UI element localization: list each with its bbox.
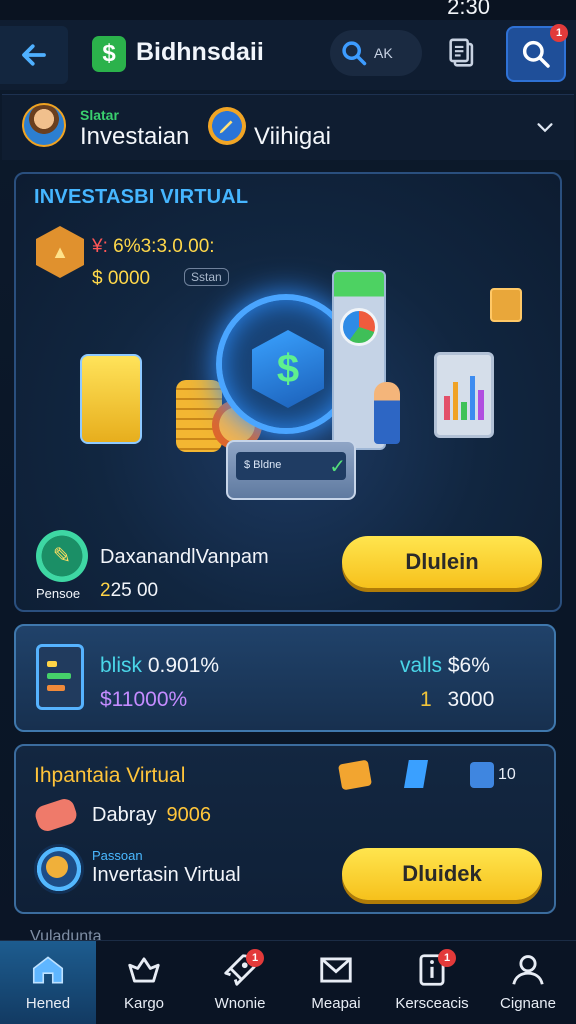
status-bar: 2:30 [0,0,576,20]
avatar [34,844,84,894]
shield-icon[interactable] [470,762,494,788]
hero-title: INVESTASBI VIRTUAL [34,186,249,208]
profile-name: Investaian [80,123,190,150]
arrow-left-icon [22,44,46,66]
box-icon [490,288,522,322]
nav-item-kargo[interactable]: Kargo [96,941,192,1024]
hero-amount-digit: 2 [100,580,111,601]
virtual-subtitle: Invertasin Virtual [92,864,241,886]
virtual-investment-card: Ihpantaia Virtual 10 Dabray 9006 Passoan … [14,744,556,914]
user-icon [512,955,544,985]
pencil-circle-icon: ✎ [36,530,88,582]
hero-balance-line: ¥: 6%3:3.0.00: [92,236,215,258]
status-badge: Sstan [184,268,229,286]
search-field[interactable]: AK [330,30,422,76]
dollar-icon: $ [92,36,126,72]
hero-icon-label: Pensoe [36,586,81,601]
nav-item-home[interactable]: Hened [0,941,96,1024]
nav-item-cignane[interactable]: Cignane [480,941,576,1024]
profile-secondary: Viihigai [254,123,331,150]
nav-label: Meapai [311,995,361,1012]
hero-subtitle: DaxanandlVanpam [100,546,269,568]
notification-badge: 1 [550,24,568,42]
profile-caption: Slatar [80,107,119,123]
nav-item-kersceacis[interactable]: 1 Kersceacis [384,941,480,1024]
bar-chart-icon [444,370,484,420]
ticket-illustration: $ Bldne ✓ [226,440,356,500]
stats-left-label: blisk [100,654,143,677]
stats-right-label: valls [400,654,443,677]
virtual-mid-label: Dabray [92,804,157,826]
nav-item-wnonie[interactable]: 1 Wnonie [192,941,288,1024]
coin-hexagon-icon [36,226,84,278]
nav-item-meapai[interactable]: Meapai [288,941,384,1024]
stats-left-value: 0.901% [147,654,220,677]
investment-hero-card: INVESTASBI VIRTUAL ¥: 6%3:3.0.00: $ 0000… [14,172,562,612]
search-icon [522,40,550,68]
app-title: Bidhnsdaii [136,38,264,66]
hero-amount: 225 00 [100,580,158,602]
hero-secondary-value: $ 0000 [92,268,151,289]
stats-card: blisk 0.901% $11000% valls $6% 1 3000 [14,624,556,732]
stats-right-value: $6% [447,654,490,677]
check-icon: ✓ [329,456,346,478]
ticket-icon[interactable] [337,759,373,791]
person-illustration [374,382,400,444]
search-placeholder: AK [374,45,393,61]
hero-action-button[interactable]: Dlulein [342,536,542,588]
search-button[interactable]: 1 [506,24,568,82]
phone-stats-icon [36,644,84,710]
bottom-navigation: Hened Kargo 1 Wnonie Meapai 1 Kersceacis… [0,940,576,1024]
safe-illustration [80,354,142,444]
stats-right-row: valls $6% [400,654,490,678]
pie-chart-icon [340,308,378,346]
hero-balance-value: 6%3:3.0.00: [113,236,215,257]
nav-label: Wnonie [214,995,266,1012]
virtual-mid-row: Dabray 9006 [92,804,211,827]
stats-right-sub: 1 3000 [420,688,494,712]
nav-label: Kersceacis [395,995,469,1012]
hero-currency-prefix: ¥: [92,236,108,257]
home-icon [32,956,64,984]
stats-right-sub-value: 3000 [447,688,495,711]
stats-left-row: blisk 0.901% [100,654,219,678]
nav-label: Hened [25,995,71,1012]
nav-label: Kargo [123,995,165,1012]
back-button[interactable] [0,26,68,84]
status-time: 2:30 [447,0,490,19]
chevron-down-icon[interactable] [534,117,556,139]
pencil-badge-icon [208,107,246,145]
top-app-bar: $ Bidhnsdaii AK 1 [0,20,576,90]
documents-button[interactable] [440,32,484,76]
virtual-count: 10 [498,766,516,783]
notification-badge: 1 [246,949,264,967]
virtual-action-button[interactable]: Dluidek [342,848,542,900]
nav-label: Cignane [500,995,556,1012]
mail-icon [320,957,352,983]
stats-left-sub: $11000% [100,688,188,711]
notification-badge: 1 [438,949,456,967]
virtual-caption: Passoan [92,848,143,863]
profile-selector[interactable]: Slatar Investaian Viihigai [2,94,574,160]
bird-icon [128,957,160,983]
gem-icon[interactable] [404,760,428,788]
search-icon [342,41,367,66]
bandage-icon [32,796,80,834]
avatar [22,103,66,147]
documents-icon [449,38,474,67]
hero-amount-rest: 25 00 [110,580,159,601]
stats-right-sub-prefix: 1 [420,688,432,711]
virtual-card-title: Ihpantaia Virtual [34,764,186,787]
virtual-mid-value: 9006 [166,804,211,826]
